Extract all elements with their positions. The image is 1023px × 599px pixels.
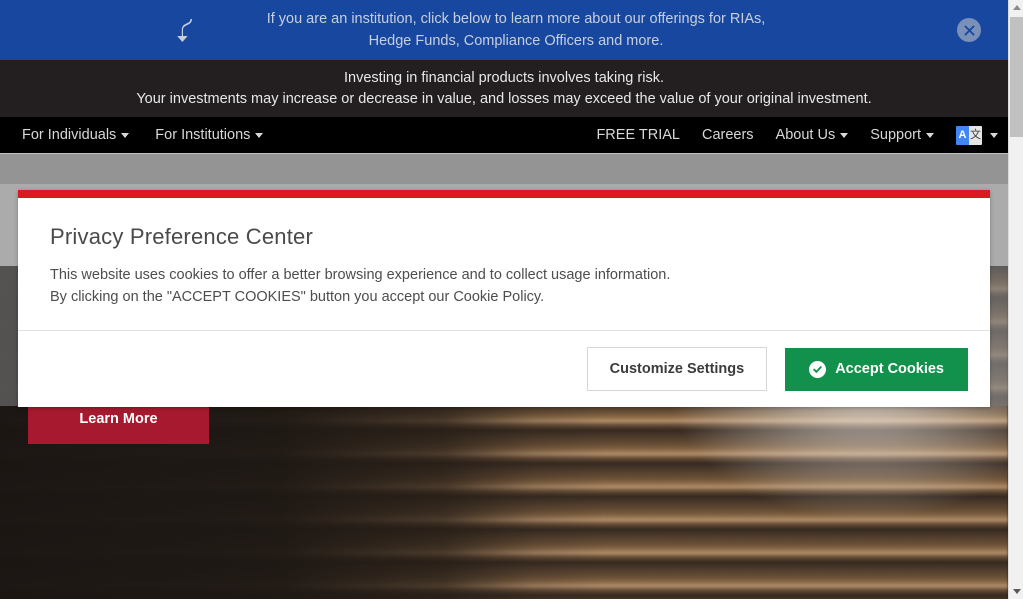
google-translate-icon: A 文: [956, 125, 982, 145]
nav-item-for-individuals-label: For Individuals: [22, 127, 117, 143]
secondary-nav-band: [0, 153, 1008, 184]
page-viewport: If you are an institution, click below t…: [0, 0, 1008, 599]
navbar-left-group: For Individuals For Institutions: [0, 127, 264, 143]
customize-settings-button[interactable]: Customize Settings: [586, 347, 768, 391]
institution-banner-line2: Hedge Funds, Compliance Officers and mor…: [368, 33, 664, 49]
translate-icon-latin-glyph: A: [956, 125, 969, 145]
nav-item-about-us-label: About Us: [775, 127, 836, 143]
curved-arrow-down-icon: [168, 13, 202, 47]
accept-cookies-label: Accept Cookies: [835, 361, 944, 377]
institution-banner-close-button[interactable]: [957, 18, 981, 42]
privacy-modal-title: Privacy Preference Center: [50, 224, 313, 249]
privacy-modal-body-line1: This website uses cookies to offer a bet…: [50, 267, 671, 283]
accept-cookies-button[interactable]: Accept Cookies: [785, 347, 968, 391]
nav-item-about-us[interactable]: About Us: [776, 127, 849, 143]
nav-item-free-trial[interactable]: FREE TRIAL: [596, 127, 680, 143]
nav-item-careers-label: Careers: [701, 127, 754, 143]
institution-banner-line1: If you are an institution, click below t…: [266, 11, 766, 27]
language-selector[interactable]: A 文: [956, 125, 998, 145]
scroll-down-arrow-icon[interactable]: [1009, 584, 1023, 599]
navbar-right-group: FREE TRIAL Careers About Us Support A 文: [596, 117, 998, 153]
privacy-modal-body: Privacy Preference Center This website u…: [18, 198, 990, 330]
translate-icon-cjk-glyph: 文: [969, 125, 982, 145]
scrollbar-thumb[interactable]: [1010, 17, 1023, 137]
chevron-down-icon: [840, 132, 849, 138]
risk-disclosure-line2: Your investments may increase or decreas…: [136, 91, 872, 107]
privacy-modal-body-line2: By clicking on the "ACCEPT COOKIES" butt…: [50, 289, 545, 305]
nav-item-support-label: Support: [870, 127, 921, 143]
browser-page: If you are an institution, click below t…: [0, 0, 1023, 599]
chevron-down-icon: [990, 132, 998, 138]
check-circle-icon: [809, 360, 827, 378]
chevron-down-icon: [121, 132, 130, 138]
main-navbar: For Individuals For Institutions FREE TR…: [0, 117, 1008, 153]
institution-banner-text: If you are an institution, click below t…: [243, 8, 766, 52]
nav-item-support[interactable]: Support: [870, 127, 934, 143]
privacy-modal-footer: Customize Settings Accept Cookies: [18, 330, 990, 407]
close-icon: [964, 25, 974, 35]
institution-banner: If you are an institution, click below t…: [0, 0, 1008, 60]
chevron-down-icon: [926, 132, 934, 138]
nav-item-careers[interactable]: Careers: [702, 127, 754, 143]
nav-item-for-institutions[interactable]: For Institutions: [155, 127, 264, 143]
risk-disclosure-strip: Investing in financial products involves…: [0, 60, 1008, 117]
browser-scrollbar[interactable]: [1008, 0, 1023, 599]
nav-item-for-individuals[interactable]: For Individuals: [22, 127, 130, 143]
scroll-up-arrow-icon[interactable]: [1009, 0, 1023, 15]
nav-item-free-trial-label: FREE TRIAL: [596, 127, 680, 143]
privacy-preference-center-modal: Privacy Preference Center This website u…: [18, 190, 990, 407]
chevron-down-icon: [255, 132, 264, 138]
risk-disclosure-line1: Investing in financial products involves…: [344, 70, 664, 86]
nav-item-for-institutions-label: For Institutions: [155, 127, 251, 143]
